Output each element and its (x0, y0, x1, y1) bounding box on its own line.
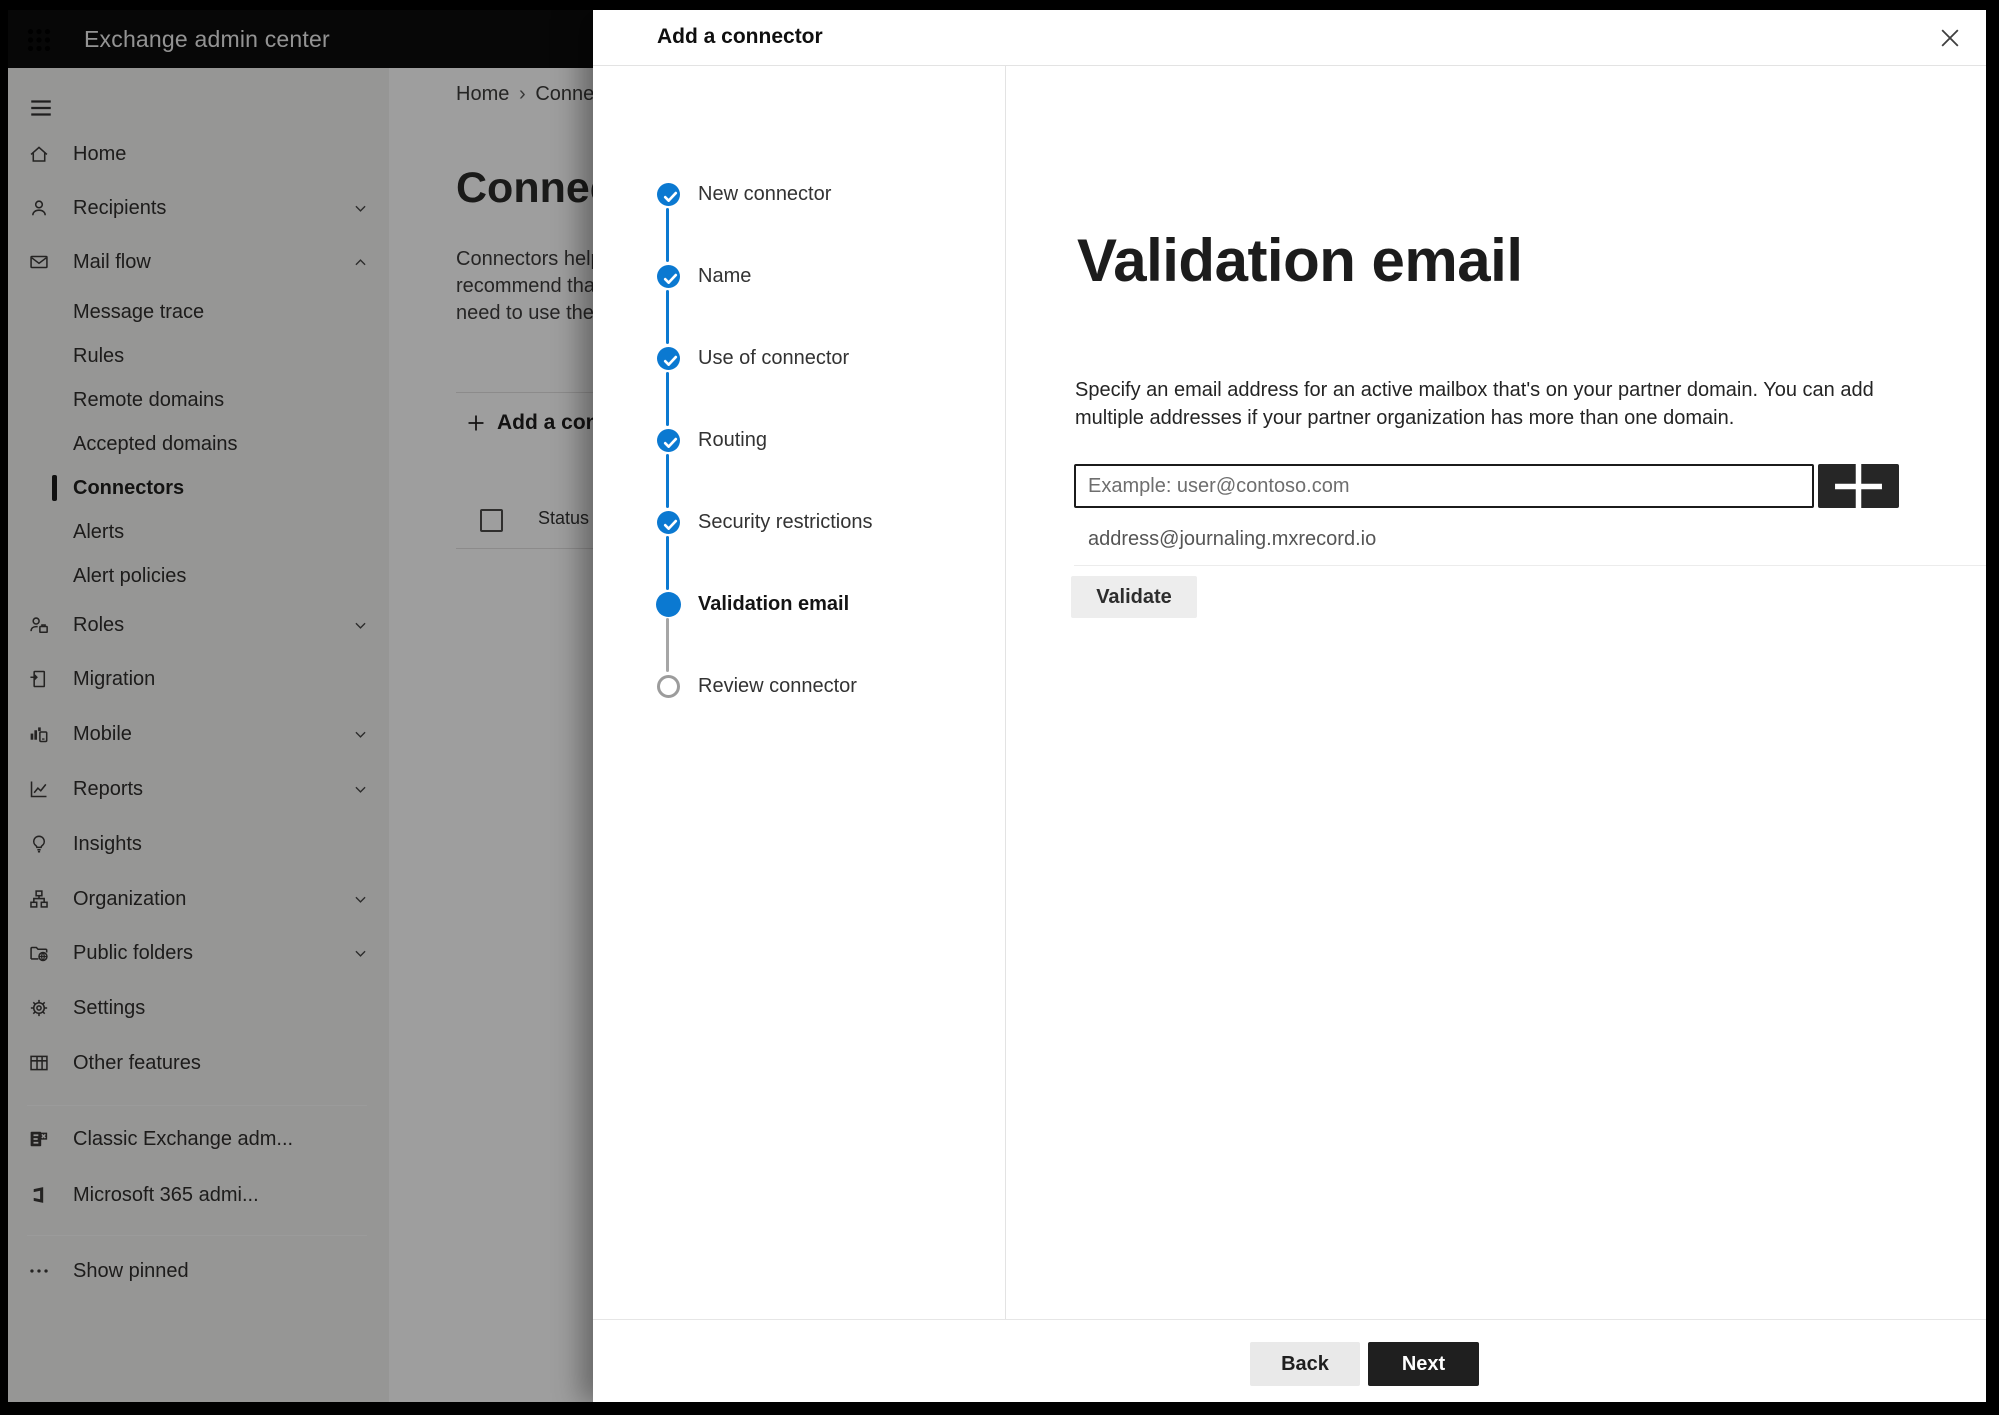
back-button[interactable]: Back (1250, 1342, 1360, 1386)
step-completed-dot (656, 428, 680, 452)
step-upcoming-dot (656, 674, 680, 698)
dialog-title: Add a connector (657, 25, 823, 48)
step-completed-dot (656, 346, 680, 370)
email-input-row (1074, 462, 1899, 510)
step-completed-dot (656, 264, 680, 288)
step-connector-line (666, 536, 669, 590)
step-completed-dot (656, 182, 680, 206)
step-connector-line (666, 372, 669, 426)
step-review-connector[interactable]: Review connector (698, 672, 857, 700)
check-icon (663, 273, 677, 284)
dialog-header: Add a connector (593, 10, 1986, 66)
step-current-dot (655, 591, 681, 617)
plus-icon (1824, 452, 1893, 521)
email-input[interactable] (1074, 464, 1814, 508)
close-icon (1941, 29, 1959, 47)
check-icon (663, 355, 677, 366)
screen: Exchange admin center Home Recipients Mail… (0, 0, 1999, 1415)
add-email-button[interactable] (1818, 462, 1899, 510)
step-routing[interactable]: Routing (698, 426, 767, 454)
step-description-line: multiple addresses if your partner organ… (1075, 407, 1735, 429)
dialog-footer: Back Next (593, 1319, 1986, 1402)
step-new-connector[interactable]: New connector (698, 180, 831, 208)
step-security-restrictions[interactable]: Security restrictions (698, 508, 873, 536)
step-use-of-connector[interactable]: Use of connector (698, 344, 849, 372)
address-row: address@journaling.mxrecord.io (1074, 518, 1986, 566)
wizard-steps: New connector Name Use of connector Routing… (593, 66, 1006, 1320)
address-value: address@journaling.mxrecord.io (1088, 528, 1377, 550)
step-connector-line (666, 290, 669, 344)
step-validation-email[interactable]: Validation email (698, 590, 849, 618)
close-icon[interactable] (1936, 24, 1964, 52)
step-title: Validation email (1077, 227, 1523, 294)
exchange-admin-app: Exchange admin center Home Recipients Mail… (8, 10, 1986, 1402)
step-connector-line (666, 208, 669, 262)
validation-email-pane: Validation email Specify an email addres… (1005, 66, 1986, 1320)
check-icon (663, 437, 677, 448)
step-connector-line (666, 618, 669, 672)
add-connector-dialog: Add a connector New connector Name Use of … (593, 10, 1986, 1402)
next-button[interactable]: Next (1368, 1342, 1479, 1386)
step-description-line: Specify an email address for an active m… (1075, 379, 1874, 401)
step-name[interactable]: Name (698, 262, 751, 290)
validate-button[interactable]: Validate (1071, 576, 1197, 618)
dialog-body: New connector Name Use of connector Routing… (593, 66, 1986, 1320)
check-icon (663, 519, 677, 530)
step-completed-dot (656, 510, 680, 534)
check-icon (663, 191, 677, 202)
step-description: Specify an email address for an active m… (1075, 376, 1874, 432)
plus-icon (1835, 462, 1882, 510)
step-connector-line (666, 454, 669, 508)
